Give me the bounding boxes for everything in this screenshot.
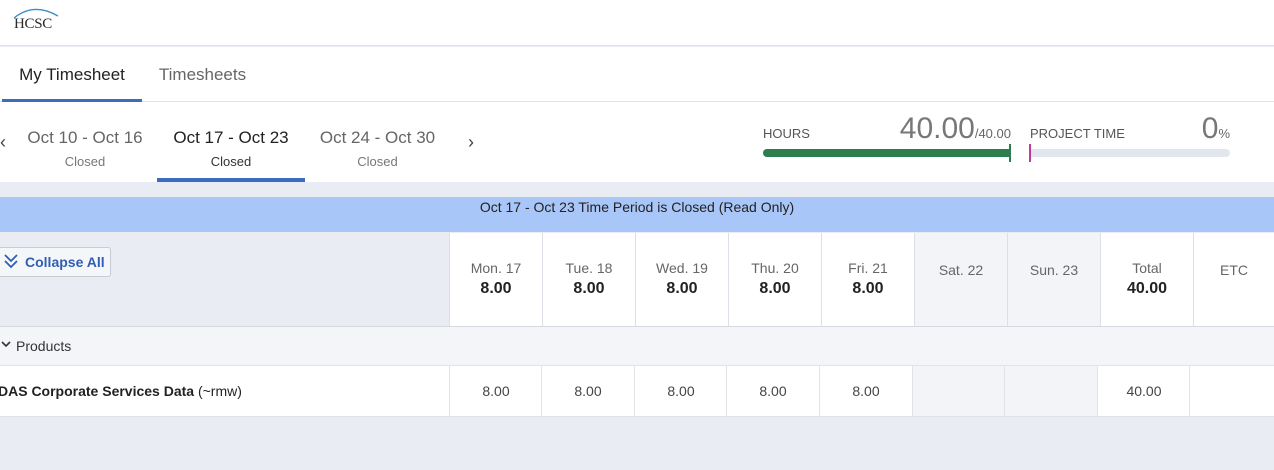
day-total: 8.00: [852, 280, 884, 297]
etc-cell[interactable]: [1189, 366, 1274, 416]
day-name: Tue. 18: [565, 260, 613, 276]
column-fri-21: Fri. 21 8.00: [821, 233, 914, 326]
period-dates: Oct 24 - Oct 30: [319, 128, 436, 147]
day-name: Mon. 17: [470, 260, 522, 276]
collapse-all-button[interactable]: Collapse All: [0, 247, 111, 277]
hours-cell-sun[interactable]: [1004, 366, 1097, 416]
period-status: Closed: [210, 154, 252, 169]
logo-text: HCSC: [14, 16, 52, 32]
hours-value: 40.00/40.00: [899, 112, 1011, 145]
hours-cell-tue[interactable]: 8.00: [541, 366, 634, 416]
column-etc: ETC: [1193, 233, 1274, 326]
hours-cell-fri[interactable]: 8.00: [819, 366, 912, 416]
chevron-left-icon[interactable]: ‹: [0, 132, 6, 153]
column-mon-17: Mon. 17 8.00: [449, 233, 542, 326]
day-name: Fri. 21: [848, 260, 888, 276]
chevron-right-icon[interactable]: ›: [468, 132, 474, 153]
day-name: Sat. 22: [938, 262, 984, 278]
period-oct-10[interactable]: Oct 10 - Oct 16 Closed: [12, 114, 158, 182]
hours-progress-bar: [763, 144, 1011, 162]
timesheet-header: Collapse All Mon. 17 8.00 Tue. 18 8.00 W…: [0, 233, 1274, 327]
read-only-banner: Oct 17 - Oct 23 Time Period is Closed (R…: [0, 197, 1274, 232]
column-thu-20: Thu. 20 8.00: [728, 233, 821, 326]
day-name: Wed. 19: [656, 260, 708, 276]
table-row: DAS Corporate Services Data (~rmw) 8.00 …: [0, 366, 1274, 417]
hours-progress-fill: [763, 149, 1011, 157]
hours-target-tick: [1009, 144, 1011, 162]
hcsc-logo[interactable]: HCSC: [8, 4, 64, 40]
hours-meter: HOURS 40.00/40.00: [763, 112, 1011, 172]
period-oct-17[interactable]: Oct 17 - Oct 23 Closed: [157, 114, 305, 182]
column-wed-19: Wed. 19 8.00: [635, 233, 728, 326]
day-name: Thu. 20: [751, 260, 799, 276]
project-time-progress-bar: [1029, 144, 1230, 162]
collapse-all-label: Collapse All: [25, 254, 105, 270]
grand-total: 40.00: [1126, 280, 1168, 297]
project-time-tick: [1029, 144, 1031, 162]
chevron-down-icon[interactable]: [1, 339, 11, 349]
hours-label: HOURS: [763, 126, 810, 141]
period-bar: ‹ Oct 10 - Oct 16 Closed Oct 17 - Oct 23…: [0, 102, 1274, 182]
period-status: Closed: [357, 154, 398, 169]
column-tue-18: Tue. 18 8.00: [542, 233, 635, 326]
double-chevron-down-icon: [4, 254, 18, 269]
row-total-cell: 40.00: [1097, 366, 1190, 416]
group-products[interactable]: Products: [0, 327, 1274, 366]
day-total: 8.00: [480, 280, 512, 297]
day-name: Sun. 23: [1029, 262, 1079, 278]
project-time-value: 0%: [1201, 112, 1230, 145]
day-name: ETC: [1220, 262, 1248, 278]
top-bar: HCSC: [0, 0, 1274, 46]
column-sat-22: Sat. 22: [914, 233, 1007, 326]
column-total: Total 40.00: [1100, 233, 1193, 326]
day-total: 8.00: [759, 280, 791, 297]
period-status: Closed: [64, 154, 106, 169]
column-sun-23: Sun. 23: [1007, 233, 1100, 326]
group-name: Products: [16, 338, 72, 354]
tab-timesheets[interactable]: Timesheets: [150, 47, 255, 102]
project-name: DAS Corporate Services Data (~rmw): [0, 383, 242, 399]
day-name: Total: [1132, 260, 1162, 276]
day-total: 8.00: [666, 280, 698, 297]
day-total: 8.00: [573, 280, 605, 297]
project-time-label: PROJECT TIME: [1030, 126, 1125, 141]
project-time-meter: PROJECT TIME 0%: [1029, 112, 1230, 172]
period-oct-24[interactable]: Oct 24 - Oct 30 Closed: [305, 114, 450, 182]
hours-cell-thu[interactable]: 8.00: [726, 366, 819, 416]
hours-cell-wed[interactable]: 8.00: [634, 366, 727, 416]
hours-cell-sat[interactable]: [912, 366, 1004, 416]
main-tabs: My Timesheet Timesheets: [0, 47, 1274, 102]
tab-my-timesheet[interactable]: My Timesheet: [2, 47, 142, 102]
period-dates: Oct 10 - Oct 16: [27, 128, 143, 147]
hours-cell-mon[interactable]: 8.00: [449, 366, 542, 416]
period-dates: Oct 17 - Oct 23: [173, 128, 289, 147]
